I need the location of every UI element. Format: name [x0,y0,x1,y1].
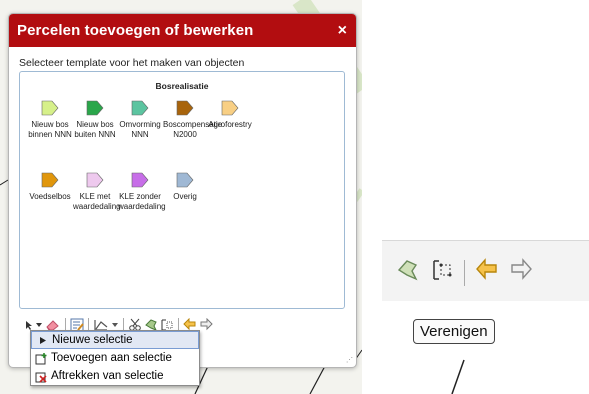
redo-icon[interactable] [509,258,533,287]
menu-item-new-selection[interactable]: Nieuwe selectie [31,331,199,349]
template-symbol-icon [41,100,59,116]
menu-item-subtract-from-selection[interactable]: Aftrekken van selectie [31,367,199,385]
resize-grip-icon[interactable]: ⋰ [346,356,353,364]
template-symbol-icon [176,172,194,188]
add-selection-icon [35,352,48,365]
template-label: Nieuw bos buiten NNN [74,120,116,139]
template-item[interactable]: Boscompensatie N2000 [163,100,223,140]
template-label: KLE zonder waardedaling [118,192,166,211]
zoomed-icons [396,258,533,287]
template-item[interactable]: Nieuw bos binnen NNN [28,100,72,140]
subtract-selection-icon [35,370,48,383]
template-item[interactable]: KLE met waardedaling [73,172,121,212]
template-label: Omvorming NNN [119,120,161,139]
edit-parcels-dialog: Percelen toevoegen of bewerken × Selecte… [8,13,357,368]
undo-icon[interactable] [475,258,499,287]
template-symbol-icon [86,100,104,116]
template-item[interactable]: Voedselbos [28,172,72,202]
dialog-title: Percelen toevoegen of bewerken [17,22,254,39]
selection-menu: Nieuwe selectie Toevoegen aan selectie A… [30,330,200,386]
template-label: Boscompensatie N2000 [163,120,223,139]
instruction-text: Selecteer template voor het maken van ob… [19,57,245,69]
template-symbol-icon [86,172,104,188]
menu-item-label: Aftrekken van selectie [51,370,164,382]
merge-icon[interactable] [430,258,454,287]
template-symbol-icon [41,172,59,188]
template-item[interactable]: KLE zonder waardedaling [118,172,166,212]
arrow-icon [36,334,49,347]
template-label: Overig [173,192,197,201]
template-symbol-icon [221,100,239,116]
template-item[interactable]: Omvorming NNN [118,100,162,140]
template-label: Voedselbos [29,192,71,201]
template-label: KLE met waardedaling [73,192,121,211]
close-button[interactable]: × [338,22,347,39]
menu-item-label: Toevoegen aan selectie [51,352,172,364]
dialog-header: Percelen toevoegen of bewerken × [9,14,356,47]
menu-item-add-to-selection[interactable]: Toevoegen aan selectie [31,349,199,367]
template-item[interactable]: Nieuw bos buiten NNN [73,100,117,140]
template-item[interactable]: Agroforestry [208,100,252,130]
template-symbol-icon [131,172,149,188]
template-symbol-icon [131,100,149,116]
redo-icon[interactable] [199,317,213,333]
template-label: Nieuw bos binnen NNN [28,120,72,139]
template-item[interactable]: Overig [163,172,207,202]
template-group-title: Bosrealisatie [155,81,209,91]
template-label: Agroforestry [208,120,252,129]
template-picker: Bosrealisatie Nieuw bos binnen NNN Nieuw … [19,71,345,309]
toolbar-separator [464,259,465,286]
reshape-icon[interactable] [396,258,420,287]
menu-item-label: Nieuwe selectie [52,334,133,346]
template-symbol-icon [176,100,194,116]
tooltip: Verenigen [413,319,495,344]
